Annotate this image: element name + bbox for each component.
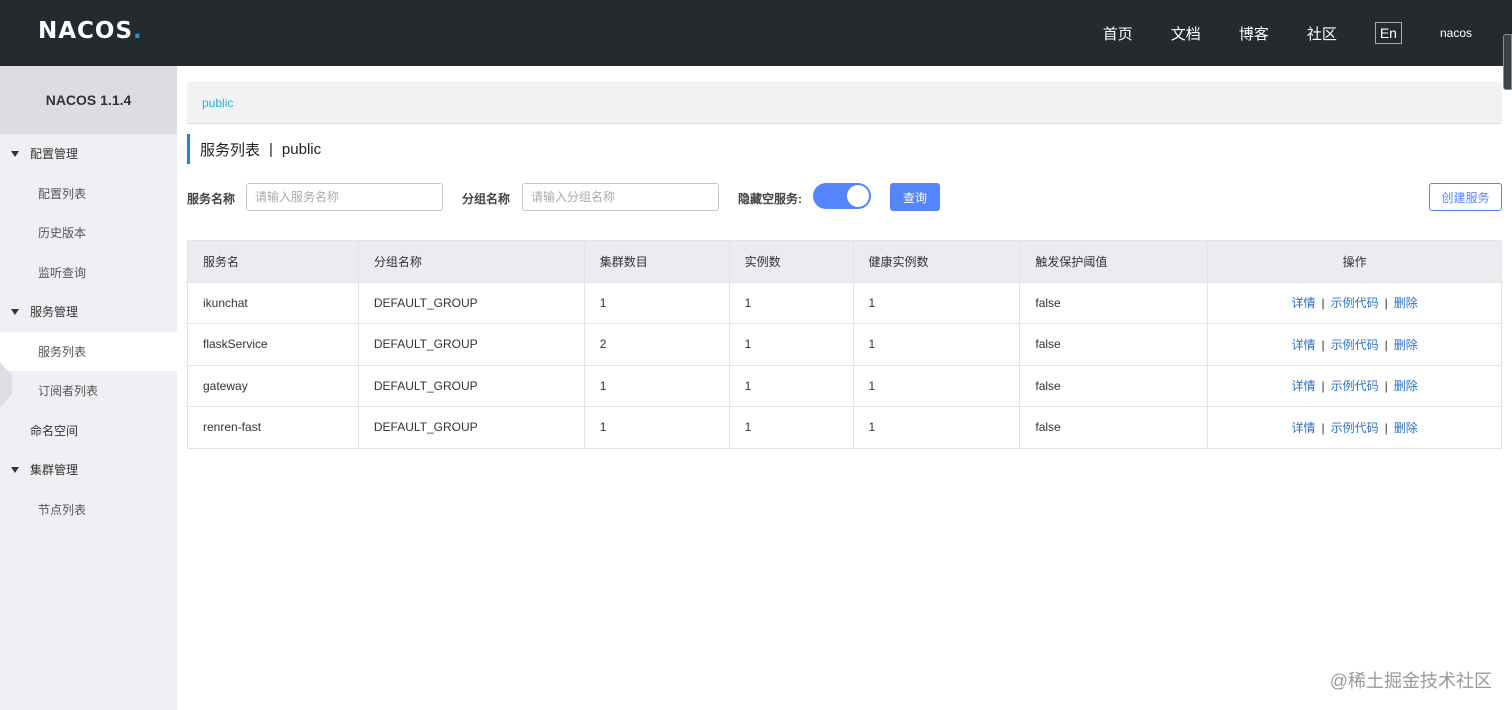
group-name-label: 分组名称 bbox=[462, 192, 511, 206]
caret-down-icon bbox=[11, 151, 19, 157]
cell-threshold: false bbox=[1019, 364, 1209, 407]
menu-item-namespace[interactable]: 命名空间 bbox=[0, 411, 177, 451]
sidebar: NACOS 1.1.4 配置管理 配置列表 历史版本 监听查询 服务管理 服务列… bbox=[0, 66, 177, 710]
col-instance-count: 实例数 bbox=[728, 240, 854, 283]
col-operations: 操作 bbox=[1207, 240, 1502, 283]
cell-service-name: gateway bbox=[187, 364, 359, 407]
top-navbar: NACOS. 首页 文档 博客 社区 En nacos bbox=[0, 0, 1512, 90]
cell-operations: 详情 | 示例代码 | 删除 bbox=[1207, 323, 1502, 366]
cell-clusters: 1 bbox=[583, 281, 730, 324]
nav-blog[interactable]: 博客 bbox=[1239, 23, 1269, 44]
menu-group-config[interactable]: 配置管理 bbox=[0, 134, 177, 174]
sample-code-link[interactable]: 示例代码 bbox=[1331, 338, 1379, 352]
detail-link[interactable]: 详情 bbox=[1291, 296, 1315, 310]
cell-instances: 1 bbox=[728, 406, 854, 449]
col-healthy-count: 健康实例数 bbox=[852, 240, 1021, 283]
cell-instances: 1 bbox=[728, 323, 854, 366]
caret-down-icon bbox=[11, 309, 19, 315]
menu-item-node-list[interactable]: 节点列表 bbox=[0, 490, 177, 530]
language-switch-button[interactable]: En bbox=[1374, 22, 1402, 44]
group-name-input[interactable] bbox=[522, 183, 719, 211]
cell-instances: 1 bbox=[728, 281, 854, 324]
cell-healthy: 1 bbox=[852, 364, 1021, 407]
cell-clusters: 1 bbox=[583, 364, 730, 407]
detail-link[interactable]: 详情 bbox=[1291, 379, 1315, 393]
cell-healthy: 1 bbox=[852, 323, 1021, 366]
cell-group: DEFAULT_GROUP bbox=[357, 364, 585, 407]
col-service-name: 服务名 bbox=[187, 240, 359, 283]
cell-group: DEFAULT_GROUP bbox=[357, 323, 585, 366]
delete-link[interactable]: 删除 bbox=[1394, 421, 1418, 435]
sample-code-link[interactable]: 示例代码 bbox=[1331, 296, 1379, 310]
detail-link[interactable]: 详情 bbox=[1291, 421, 1315, 435]
create-service-button[interactable]: 创建服务 bbox=[1429, 183, 1502, 211]
namespace-bar: public bbox=[187, 82, 1502, 124]
toggle-knob bbox=[847, 185, 869, 207]
cell-service-name: ikunchat bbox=[187, 281, 359, 324]
hide-empty-label: 隐藏空服务: bbox=[738, 192, 802, 206]
service-name-input[interactable] bbox=[246, 183, 443, 211]
cell-group: DEFAULT_GROUP bbox=[357, 281, 585, 324]
table-row: ikunchat DEFAULT_GROUP 1 1 1 false 详情 | 示例… bbox=[187, 281, 1502, 324]
menu-item-listener-query[interactable]: 监听查询 bbox=[0, 253, 177, 293]
col-protect-threshold: 触发保护阈值 bbox=[1019, 240, 1209, 283]
nacos-logo[interactable]: NACOS. bbox=[38, 18, 143, 44]
namespace-link-public[interactable]: public bbox=[202, 96, 233, 110]
cell-clusters: 1 bbox=[583, 406, 730, 449]
cell-service-name: renren-fast bbox=[187, 406, 359, 449]
query-button[interactable]: 查询 bbox=[890, 183, 940, 211]
scrollbar-thumb[interactable] bbox=[1503, 34, 1512, 90]
col-group-name: 分组名称 bbox=[357, 240, 585, 283]
cell-operations: 详情 | 示例代码 | 删除 bbox=[1207, 281, 1502, 324]
watermark: @稀土掘金技术社区 bbox=[1329, 671, 1492, 691]
detail-link[interactable]: 详情 bbox=[1291, 338, 1315, 352]
table-row: renren-fast DEFAULT_GROUP 1 1 1 false 详情… bbox=[187, 406, 1502, 449]
menu-item-config-list[interactable]: 配置列表 bbox=[0, 174, 177, 214]
sample-code-link[interactable]: 示例代码 bbox=[1331, 379, 1379, 393]
service-name-label: 服务名称 bbox=[187, 192, 236, 206]
sample-code-link[interactable]: 示例代码 bbox=[1331, 421, 1379, 435]
delete-link[interactable]: 删除 bbox=[1394, 296, 1418, 310]
cell-threshold: false bbox=[1019, 281, 1209, 324]
cell-operations: 详情 | 示例代码 | 删除 bbox=[1207, 364, 1502, 407]
nav-home[interactable]: 首页 bbox=[1103, 23, 1133, 44]
table-header-row: 服务名 分组名称 集群数目 实例数 健康实例数 触发保护阈值 操作 bbox=[187, 240, 1502, 283]
cell-threshold: false bbox=[1019, 323, 1209, 366]
current-user[interactable]: nacos bbox=[1440, 26, 1472, 40]
menu-item-subscriber-list[interactable]: 订阅者列表 bbox=[0, 371, 177, 411]
cell-instances: 1 bbox=[728, 364, 854, 407]
cell-healthy: 1 bbox=[852, 281, 1021, 324]
cell-group: DEFAULT_GROUP bbox=[357, 406, 585, 449]
cell-clusters: 2 bbox=[583, 323, 730, 366]
hide-empty-toggle[interactable] bbox=[813, 183, 871, 209]
menu-item-service-list[interactable]: 服务列表 bbox=[0, 331, 177, 371]
caret-down-icon bbox=[11, 467, 19, 473]
nav-community[interactable]: 社区 bbox=[1307, 23, 1337, 44]
main-content: public 服务列表|public 服务名称 分组名称 隐藏空服务: 查询 创… bbox=[187, 66, 1502, 449]
table-row: flaskService DEFAULT_GROUP 2 1 1 false 详… bbox=[187, 323, 1502, 366]
service-table: 服务名 分组名称 集群数目 实例数 健康实例数 触发保护阈值 操作 ikunch… bbox=[187, 240, 1502, 449]
filter-bar: 服务名称 分组名称 隐藏空服务: 查询 创建服务 bbox=[187, 183, 1502, 223]
col-cluster-count: 集群数目 bbox=[583, 240, 730, 283]
page-title: 服务列表 | public bbox=[187, 134, 1502, 164]
cell-operations: 详情 | 示例代码 | 删除 bbox=[1207, 406, 1502, 449]
sidebar-version-title: NACOS 1.1.4 bbox=[0, 66, 177, 134]
cell-service-name: flaskService bbox=[187, 323, 359, 366]
delete-link[interactable]: 删除 bbox=[1394, 379, 1418, 393]
cell-healthy: 1 bbox=[852, 406, 1021, 449]
menu-group-service[interactable]: 服务管理 bbox=[0, 292, 177, 332]
menu-group-cluster[interactable]: 集群管理 bbox=[0, 450, 177, 490]
cell-threshold: false bbox=[1019, 406, 1209, 449]
table-row: gateway DEFAULT_GROUP 1 1 1 false 详情 | 示例代… bbox=[187, 364, 1502, 407]
top-nav: 首页 文档 博客 社区 En nacos bbox=[1103, 0, 1512, 66]
delete-link[interactable]: 删除 bbox=[1394, 338, 1418, 352]
menu-item-history[interactable]: 历史版本 bbox=[0, 213, 177, 253]
nav-docs[interactable]: 文档 bbox=[1171, 23, 1201, 44]
